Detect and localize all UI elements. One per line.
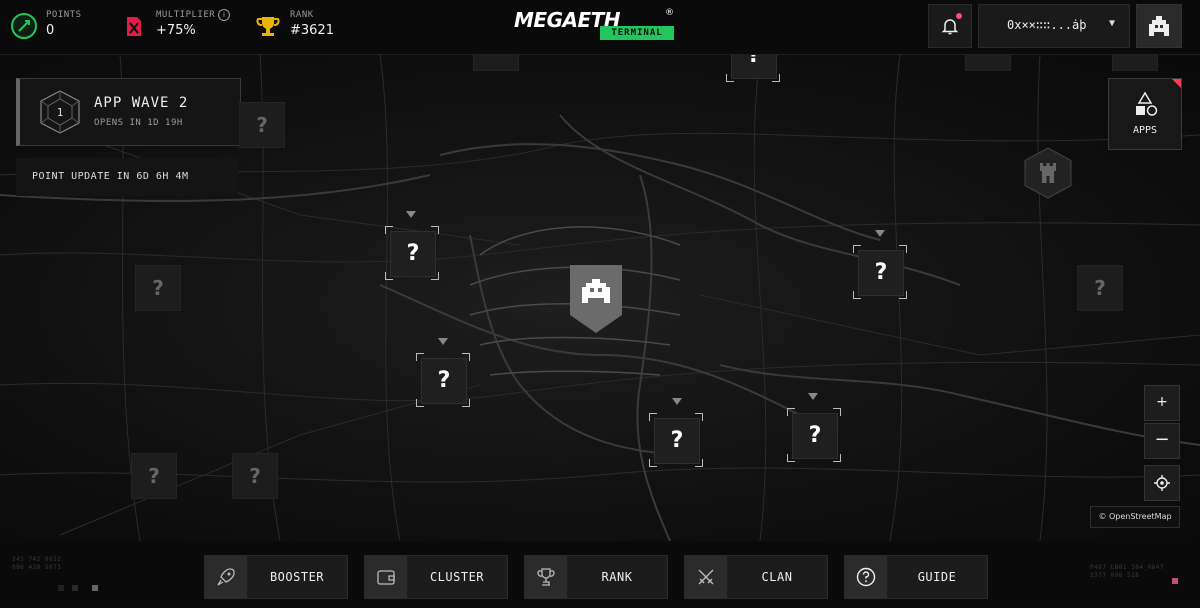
wave-opens-in: OPENS IN 1D 19H [94,118,183,128]
guide-button[interactable]: GUIDE [844,555,988,599]
question-icon [856,567,876,587]
mystery-location-dim[interactable]: ? [473,55,519,71]
decor-square [72,585,78,591]
logo-registered-mark: ® [665,8,674,18]
booster-icon-box [205,556,247,598]
booster-label: BOOSTER [269,570,325,584]
map-attribution[interactable]: © OpenStreetMap [1090,506,1180,528]
marker-arrow [808,393,818,400]
copyright-icon: © [1098,512,1107,521]
fuel-can-icon [127,17,141,36]
mystery-location[interactable]: ? [787,408,841,462]
notification-dot [956,13,962,19]
mystery-location-dim[interactable]: ? [135,265,181,311]
rocket-icon [217,568,235,586]
cluster-label: CLUSTER [429,570,485,584]
player-location-pin[interactable] [570,265,622,335]
point-update-banner: POINT UPDATE IN 6D 6H 4M [16,158,238,196]
marker-arrow [406,211,416,218]
multiplier-label: MULTIPLIER [156,10,216,20]
logo-terminal-badge: TERMINAL [600,26,674,40]
decor-square [58,585,64,591]
mystery-location[interactable]: ? [853,245,907,299]
rank-stat: RANK #3621 [254,8,354,46]
decor-square [92,585,98,591]
decor-square [1172,578,1178,584]
wave-badge-number: 1 [57,106,64,119]
bottom-nav: 345 742 9852 096 438 5671 BOOSTER CLUSTE… [0,542,1200,608]
marker-arrow [672,398,682,405]
mystery-location-dim[interactable]: ? [232,453,278,499]
footer-code-left: 345 742 9852 096 438 5671 [12,556,61,572]
point-update-text: POINT UPDATE IN 6D 6H 4M [32,171,189,182]
pixel-avatar-icon [1149,16,1169,36]
points-label: POINTS [46,10,82,20]
apps-alert-corner [1172,79,1181,88]
multiplier-value: +75% [156,23,196,38]
mystery-location-dim[interactable]: ? [239,102,285,148]
bell-icon [941,19,959,35]
trophy-icon [256,17,280,36]
shapes-icon [1136,91,1158,116]
apps-label: APPS [1132,125,1158,136]
notifications-button[interactable] [928,4,972,48]
rank-label: RANK [290,10,314,20]
clan-label: CLAN [761,570,793,584]
marker-arrow [875,230,885,237]
booster-button[interactable]: BOOSTER [204,555,348,599]
castle-icon[interactable] [1022,147,1074,199]
mystery-location[interactable]: ? [416,353,470,407]
footer-code-right: P487 LB01 384_0847 3377 098 528 [1090,564,1164,580]
wallet-icon [377,570,395,585]
wallet-dropdown[interactable]: 0x××∷∷...ȧþ ▼ [978,4,1130,48]
cluster-icon-box [365,556,407,598]
rank-button[interactable]: RANK [524,555,668,599]
rank-value: #3621 [290,23,334,38]
multiplier-stat: MULTIPLIER i +75% [120,8,240,46]
footer-code-line: 096 438 5671 [12,564,62,571]
city-map[interactable]: 1 APP WAVE 2 OPENS IN 1D 19H POINT UPDAT… [0,55,1200,541]
attribution-text: OpenStreetMap [1108,512,1172,521]
footer-code-line: 3377 098 528 [1090,572,1140,579]
info-icon[interactable]: i [218,9,230,21]
guide-label: GUIDE [917,570,957,584]
megaeth-logo[interactable]: MEGAETH ® TERMINAL [514,8,680,44]
mystery-location[interactable]: ? [726,55,780,82]
profile-avatar-button[interactable] [1136,4,1182,48]
wave-hexagon-icon: 1 [40,90,80,134]
rank-icon-box [525,556,567,598]
mystery-location-dim[interactable]: ? [965,55,1011,71]
clan-button[interactable]: CLAN [684,555,828,599]
points-icon [11,13,37,39]
app-wave-panel[interactable]: 1 APP WAVE 2 OPENS IN 1D 19H [16,78,241,146]
mystery-location[interactable]: ? [385,226,439,280]
trophy-icon [537,568,555,586]
mystery-location-dim[interactable]: ? [1077,265,1123,311]
wallet-address: 0x××∷∷...ȧþ [1007,18,1087,32]
footer-code-line: P487 LB01 384_0847 [1090,564,1165,571]
zoom-in-button[interactable]: + [1144,385,1180,421]
points-stat: POINTS 0 [10,8,110,46]
guide-icon-box [845,556,887,598]
chevron-down-icon: ▼ [1109,18,1116,29]
mystery-location-dim[interactable]: ? [1112,55,1158,71]
wave-title: APP WAVE 2 [94,95,189,111]
apps-button[interactable]: APPS [1108,78,1182,150]
clan-icon-box [685,556,727,598]
cluster-button[interactable]: CLUSTER [364,555,508,599]
mystery-location-dim[interactable]: ? [131,453,177,499]
points-value: 0 [46,23,55,38]
swords-icon [698,569,714,585]
mystery-location[interactable]: ? [649,413,703,467]
zoom-out-button[interactable]: − [1144,423,1180,459]
crosshair-icon [1154,475,1170,491]
marker-arrow [438,338,448,345]
locate-button[interactable] [1144,465,1180,501]
top-bar: POINTS 0 MULTIPLIER i +75% RANK #3621 ME… [0,0,1200,55]
rank-nav-label: RANK [601,570,633,584]
footer-code-line: 345 742 9852 [12,556,62,563]
